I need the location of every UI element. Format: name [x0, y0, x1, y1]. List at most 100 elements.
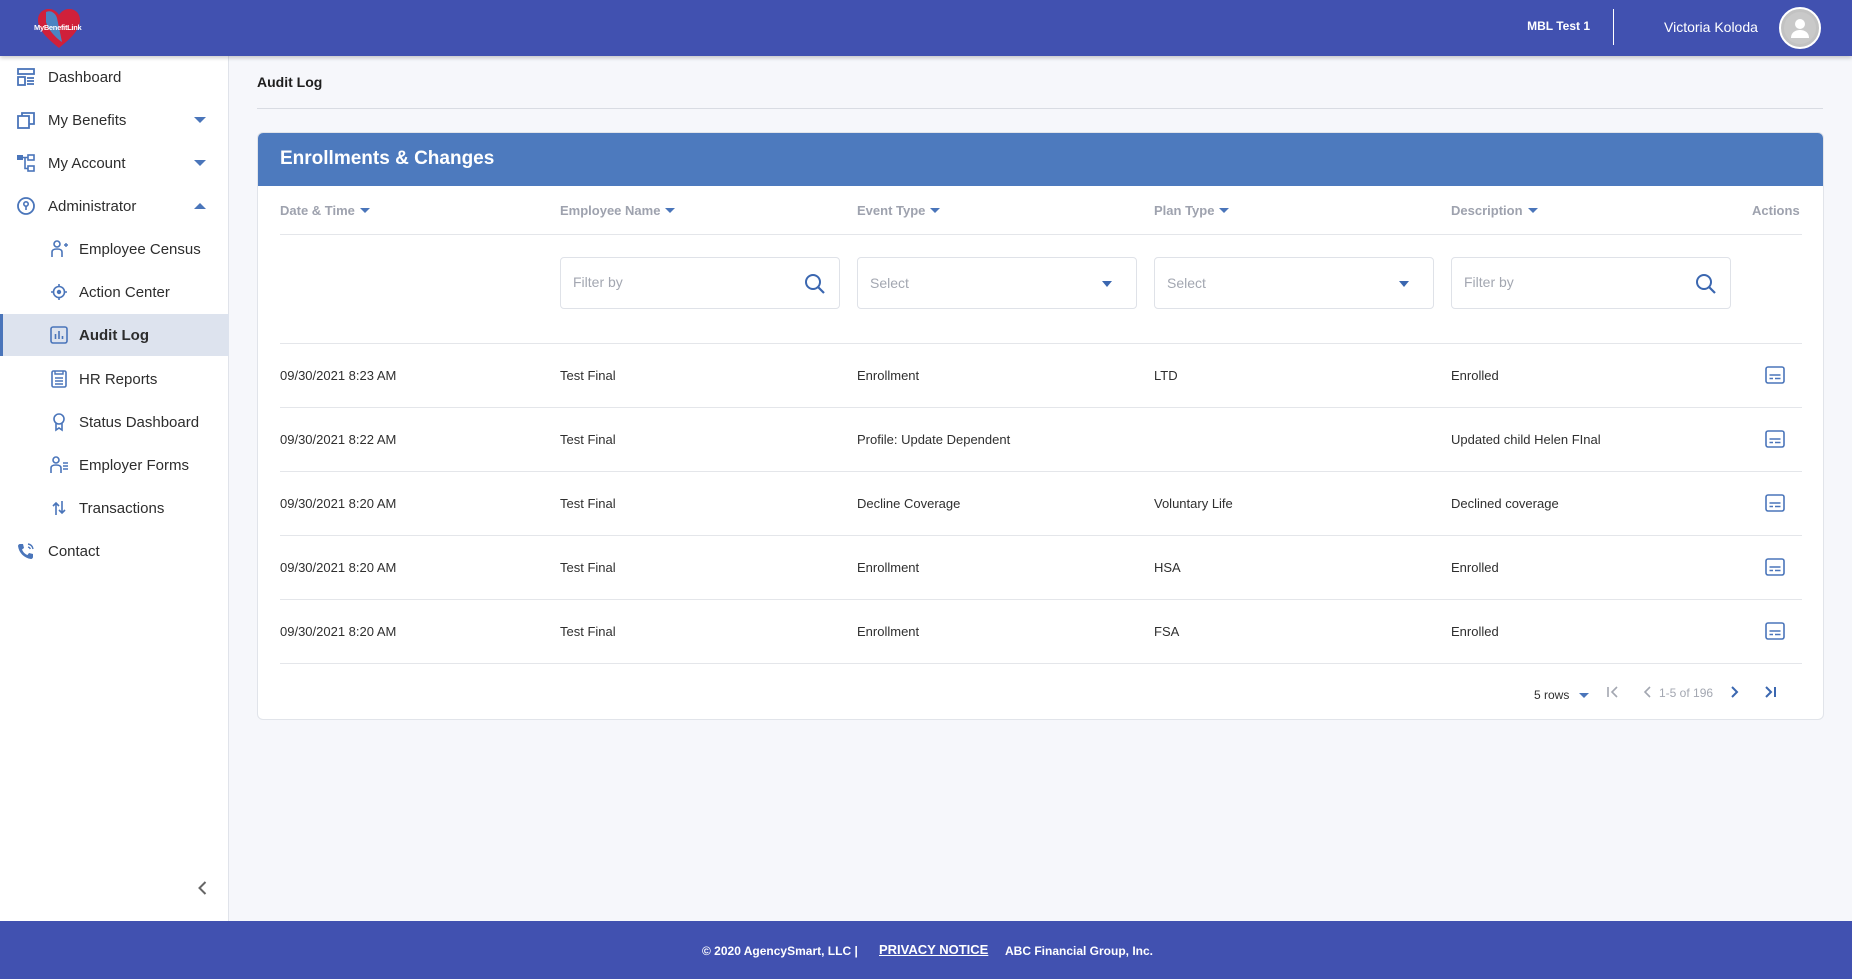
- sidebar-item-contact[interactable]: Contact: [0, 530, 229, 572]
- dropdown-caret-icon: [1399, 281, 1409, 287]
- award-icon: [48, 411, 70, 433]
- sidebar-item-employer-forms[interactable]: Employer Forms: [0, 444, 229, 486]
- cell-description: Enrolled: [1451, 624, 1499, 639]
- next-page-button[interactable]: [1724, 682, 1744, 702]
- cell-plan-type: LTD: [1154, 368, 1178, 383]
- dropdown-caret-icon: [1102, 281, 1112, 287]
- sidebar-item-my-benefits[interactable]: My Benefits: [0, 99, 229, 141]
- column-header-label: Actions: [1752, 203, 1800, 218]
- cell-event-type: Decline Coverage: [857, 496, 961, 511]
- description-filter-input[interactable]: [1464, 274, 1674, 290]
- sidebar-item-my-account[interactable]: My Account: [0, 142, 229, 184]
- account-tree-icon: [15, 152, 37, 174]
- header-divider: [1613, 9, 1614, 45]
- dashboard-icon: [15, 66, 37, 88]
- logo-text: MyBenefitLink: [34, 23, 82, 32]
- organization-name[interactable]: MBL Test 1: [1527, 19, 1590, 33]
- sidebar-item-dashboard[interactable]: Dashboard: [0, 56, 229, 98]
- sidebar-item-label: Action Center: [79, 283, 170, 301]
- benefits-icon: [15, 109, 37, 131]
- page-range: 1-5 of 196: [1659, 686, 1714, 700]
- sidebar-item-label: Audit Log: [79, 326, 149, 344]
- copyright-text: © 2020 AgencySmart, LLC |: [702, 944, 858, 958]
- previous-page-button[interactable]: [1638, 682, 1658, 702]
- employee-name-filter-input[interactable]: [573, 274, 783, 290]
- view-details-button[interactable]: [1765, 494, 1785, 512]
- user-avatar[interactable]: [1779, 7, 1821, 49]
- sort-caret-icon: [1527, 208, 1538, 213]
- sidebar-item-hr-reports[interactable]: HR Reports: [0, 358, 229, 400]
- chevron-down-icon: [194, 160, 206, 166]
- event-type-select[interactable]: Select: [857, 257, 1137, 309]
- column-header-actions: Actions: [1752, 203, 1800, 218]
- logo[interactable]: MyBenefitLink: [34, 6, 84, 50]
- sort-caret-icon: [1219, 208, 1230, 213]
- cell-description: Declined coverage: [1451, 496, 1559, 511]
- last-page-button[interactable]: [1760, 682, 1780, 702]
- cell-employee-name: Test Final: [560, 560, 616, 575]
- top-bar: MyBenefitLink MBL Test 1 Victoria Koloda: [0, 0, 1852, 56]
- cell-date-time: 09/30/2021 8:20 AM: [280, 496, 397, 511]
- add-person-icon: [48, 238, 70, 260]
- sidebar: Dashboard My Benefits My Account Adminis…: [0, 56, 229, 921]
- cell-event-type: Enrollment: [857, 368, 920, 383]
- sort-caret-icon: [359, 208, 370, 213]
- details-card-icon: [1765, 558, 1785, 576]
- chevron-right-icon: [1731, 686, 1739, 698]
- phone-icon: [15, 540, 37, 562]
- search-icon[interactable]: [1694, 272, 1718, 296]
- audit-log-card: Enrollments & Changes Date & Time Employ…: [257, 132, 1824, 720]
- view-details-button[interactable]: [1765, 558, 1785, 576]
- first-page-button[interactable]: [1603, 682, 1623, 702]
- first-page-icon: [1607, 686, 1618, 698]
- column-header-plan-type[interactable]: Plan Type: [1154, 203, 1230, 218]
- sidebar-item-label: My Benefits: [48, 111, 127, 129]
- table-row: 09/30/2021 8:20 AM Test Final Enrollment HS…: [280, 536, 1802, 600]
- column-header-label: Date & Time: [280, 203, 355, 218]
- title-divider: [257, 108, 1823, 109]
- cell-employee-name: Test Final: [560, 368, 616, 383]
- plan-type-select[interactable]: Select: [1154, 257, 1434, 309]
- cell-date-time: 09/30/2021 8:20 AM: [280, 560, 397, 575]
- sidebar-item-label: Administrator: [48, 197, 137, 215]
- user-name[interactable]: Victoria Koloda: [1664, 19, 1758, 35]
- search-icon[interactable]: [803, 272, 827, 296]
- column-header-date-time[interactable]: Date & Time: [280, 203, 370, 218]
- details-card-icon: [1765, 622, 1785, 640]
- event-type-select-value: Select: [870, 275, 909, 291]
- column-header-label: Plan Type: [1154, 203, 1215, 218]
- privacy-notice-link[interactable]: PRIVACY NOTICE: [879, 942, 988, 957]
- footer: © 2020 AgencySmart, LLC | PRIVACY NOTICE…: [0, 921, 1852, 979]
- sidebar-item-action-center[interactable]: Action Center: [0, 271, 229, 313]
- sidebar-item-status-dashboard[interactable]: Status Dashboard: [0, 401, 229, 443]
- person-list-icon: [48, 454, 70, 476]
- sidebar-item-administrator[interactable]: Administrator: [0, 185, 229, 227]
- cell-plan-type: Voluntary Life: [1154, 496, 1233, 511]
- card-title: Enrollments & Changes: [258, 133, 1823, 186]
- view-details-button[interactable]: [1765, 430, 1785, 448]
- dropdown-caret-icon: [1579, 692, 1590, 698]
- chevron-down-icon: [194, 117, 206, 123]
- view-details-button[interactable]: [1765, 622, 1785, 640]
- plan-type-select-value: Select: [1167, 275, 1206, 291]
- rows-per-page-select[interactable]: 5 rows: [1534, 685, 1590, 705]
- column-header-employee-name[interactable]: Employee Name: [560, 203, 676, 218]
- description-filter[interactable]: [1451, 257, 1731, 309]
- sidebar-item-employee-census[interactable]: Employee Census: [0, 228, 229, 270]
- collapse-sidebar-button[interactable]: [193, 878, 213, 898]
- details-card-icon: [1765, 366, 1785, 384]
- column-header-label: Event Type: [857, 203, 926, 218]
- employee-name-filter[interactable]: [560, 257, 840, 309]
- cell-employee-name: Test Final: [560, 496, 616, 511]
- cell-description: Enrolled: [1451, 560, 1499, 575]
- column-header-event-type[interactable]: Event Type: [857, 203, 941, 218]
- column-header-description[interactable]: Description: [1451, 203, 1538, 218]
- sidebar-item-transactions[interactable]: Transactions: [0, 487, 229, 529]
- column-header-label: Employee Name: [560, 203, 661, 218]
- view-details-button[interactable]: [1765, 366, 1785, 384]
- bar-chart-icon: [48, 324, 70, 346]
- sidebar-item-audit-log[interactable]: Audit Log: [0, 314, 229, 356]
- page-title: Audit Log: [257, 74, 323, 90]
- cell-plan-type: FSA: [1154, 624, 1180, 639]
- cell-event-type: Enrollment: [857, 624, 920, 639]
